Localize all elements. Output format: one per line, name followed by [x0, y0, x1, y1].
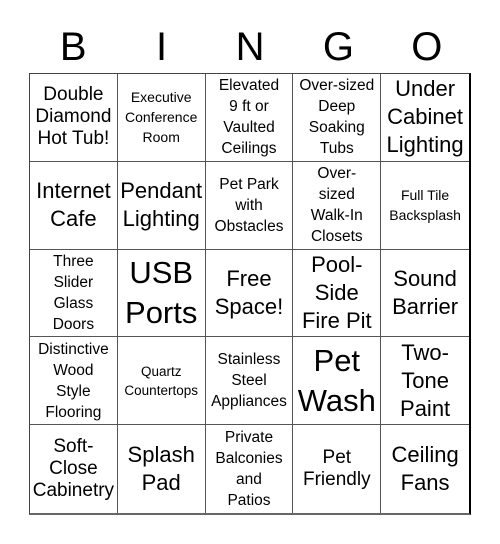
bingo-cell-text: Executive Conference Room	[125, 89, 198, 146]
bingo-cell-text: Distinctive Wood Style Flooring	[38, 340, 109, 421]
bingo-cell[interactable]: Private Balconies and Patios	[206, 425, 294, 513]
bingo-cell[interactable]: Quartz Countertops	[117, 337, 206, 426]
bingo-cell-text: Ceiling Fans	[391, 442, 459, 496]
bingo-cell[interactable]: Pool- Side Fire Pit	[293, 249, 382, 338]
bingo-cell-text: Pool- Side Fire Pit	[301, 251, 372, 333]
bingo-cell-text: Elevated 9 ft or Vaulted Ceilings	[218, 77, 280, 158]
bingo-cell[interactable]: Pet Park with Obstacles	[205, 161, 294, 250]
bingo-header: B I N G O	[29, 22, 471, 72]
bingo-cell-text: Over- sized Walk-In Closets	[310, 165, 363, 246]
bingo-cell-text: Three Slider Glass Doors	[52, 252, 95, 333]
bingo-cell[interactable]: Stainless Steel Appliances	[205, 337, 294, 426]
header-letter-g: G	[322, 25, 354, 69]
bingo-cell-text: Pet Friendly	[303, 447, 371, 491]
bingo-cell[interactable]: Double Diamond Hot Tub!	[30, 74, 118, 162]
bingo-board: Double Diamond Hot Tub! Executive Confere…	[29, 73, 471, 515]
bingo-cell[interactable]: Full Tile Backsplash	[381, 162, 469, 250]
bingo-cell[interactable]: USB Ports	[117, 249, 206, 338]
bingo-cell-text: Free Space!	[214, 265, 284, 319]
bingo-cell[interactable]: Pet Wash	[293, 337, 382, 426]
bingo-cell[interactable]: Internet Cafe	[30, 161, 118, 250]
bingo-cell[interactable]: Elevated 9 ft or Vaulted Ceilings	[205, 74, 294, 162]
bingo-cell[interactable]: Over- sized Walk-In Closets	[293, 161, 382, 250]
bingo-cell[interactable]: Three Slider Glass Doors	[30, 249, 118, 338]
bingo-cell[interactable]: Distinctive Wood Style Flooring	[30, 337, 118, 426]
bingo-cell[interactable]: Pet Friendly	[293, 425, 382, 513]
bingo-cell[interactable]: Sound Barrier	[381, 250, 469, 338]
bingo-cell-text: Sound Barrier	[392, 265, 459, 319]
bingo-cell-text: Private Balconies and Patios	[215, 429, 283, 510]
bingo-cell[interactable]: Over-sized Deep Soaking Tubs	[293, 74, 382, 162]
bingo-cell-text: Soft- Close Cabinetry	[32, 436, 115, 502]
bingo-cell-text: Internet Cafe	[36, 178, 111, 232]
bingo-cell[interactable]: Under Cabinet Lighting	[381, 74, 469, 162]
header-letter-b: B	[59, 25, 87, 69]
bingo-cell-text: Under Cabinet Lighting	[386, 76, 464, 158]
bingo-cell-text: Stainless Steel Appliances	[211, 351, 287, 411]
header-letter-o: O	[411, 25, 443, 69]
bingo-cell[interactable]: Executive Conference Room	[117, 74, 206, 162]
bingo-cell-text: USB Ports	[125, 254, 198, 330]
bingo-cell-text: Full Tile Backsplash	[389, 187, 461, 224]
header-letter-n: N	[235, 25, 265, 69]
bingo-cell[interactable]: Soft- Close Cabinetry	[30, 425, 118, 513]
bingo-cell[interactable]: Ceiling Fans	[381, 425, 469, 513]
bingo-cell[interactable]: Free Space!	[205, 249, 294, 338]
bingo-cell-text: Splash Pad	[127, 442, 195, 496]
bingo-cell[interactable]: Two- Tone Paint	[381, 337, 469, 426]
bingo-cell-text: Pet Park with Obstacles	[214, 175, 284, 235]
bingo-cell-text: Double Diamond Hot Tub!	[35, 84, 112, 150]
bingo-cell-text: Pet Wash	[297, 342, 376, 418]
header-letter-i: I	[156, 25, 168, 69]
bingo-cell-text: Over-sized Deep Soaking Tubs	[299, 77, 375, 158]
bingo-cell[interactable]: Pendant Lighting	[117, 161, 206, 250]
bingo-cell-text: Two- Tone Paint	[400, 339, 451, 421]
bingo-cell-text: Quartz Countertops	[124, 363, 198, 398]
bingo-cell[interactable]: Splash Pad	[118, 425, 206, 513]
bingo-cell-text: Pendant Lighting	[120, 178, 203, 232]
